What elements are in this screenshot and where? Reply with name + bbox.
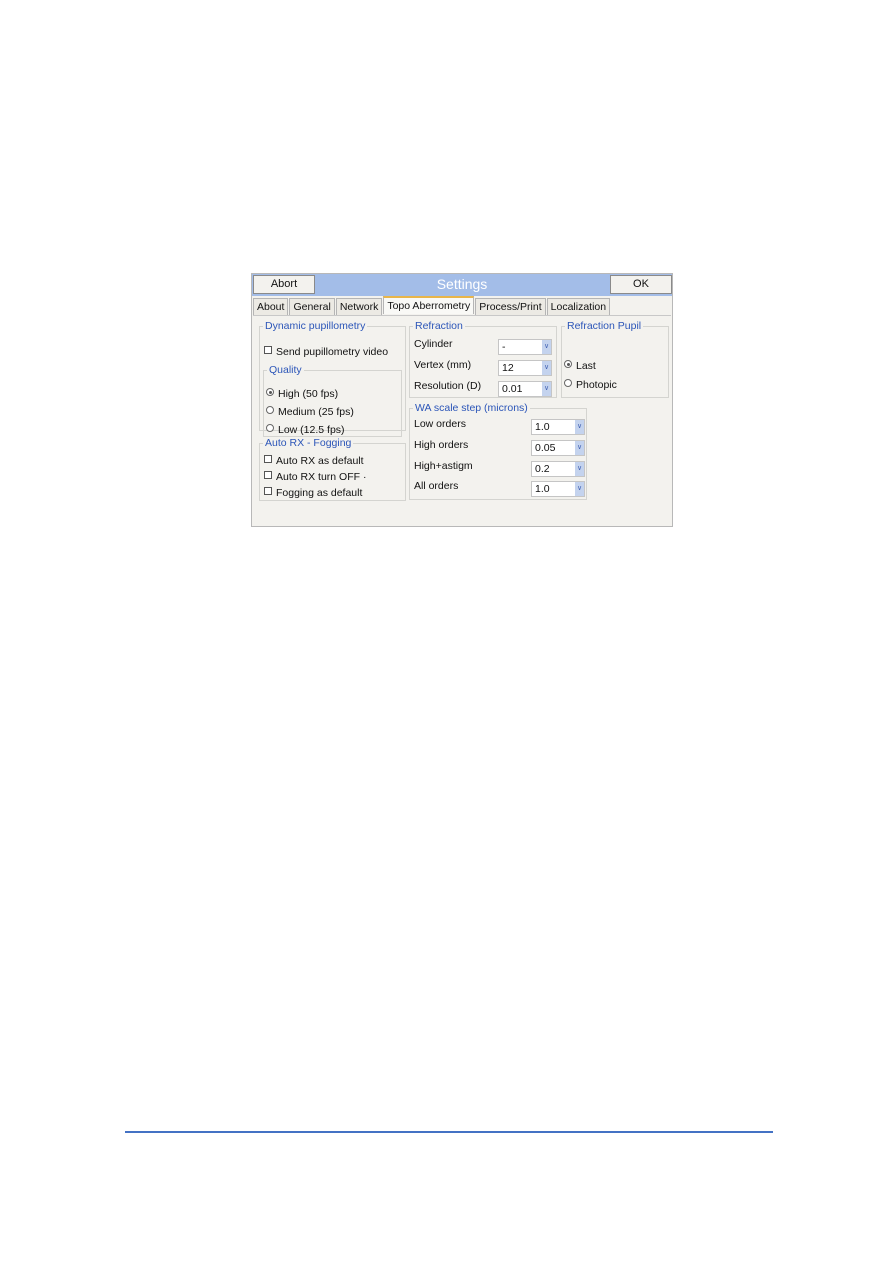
select-value: 1.0: [535, 421, 550, 433]
ok-button[interactable]: OK: [610, 275, 672, 294]
high-orders-label: High orders: [414, 439, 469, 451]
radio-selected-icon: [266, 388, 274, 396]
chevron-down-icon: ∨: [575, 462, 584, 476]
low-orders-select[interactable]: 1.0 ∨: [531, 419, 585, 435]
vertex-select[interactable]: 12 ∨: [498, 360, 552, 376]
tab-general[interactable]: General: [289, 298, 335, 315]
vertex-label: Vertex (mm): [414, 359, 472, 371]
tab-localization[interactable]: Localization: [546, 298, 611, 315]
group-refraction-pupil: Refraction Pupil Last Photopic: [561, 320, 669, 398]
checkbox-label: Fogging as default: [276, 487, 363, 499]
refraction-pupil-last-radio[interactable]: Last: [564, 360, 596, 372]
radio-icon: [564, 379, 572, 387]
tab-process-print[interactable]: Process/Print: [475, 298, 546, 315]
resolution-select[interactable]: 0.01 ∨: [498, 381, 552, 397]
quality-low-radio[interactable]: Low (12.5 fps): [266, 424, 345, 436]
quality-medium-radio[interactable]: Medium (25 fps): [266, 406, 354, 418]
high-astigm-select[interactable]: 0.2 ∨: [531, 461, 585, 477]
radio-label: Photopic: [576, 379, 617, 391]
group-title: Quality: [269, 364, 302, 376]
tab-bar: About General Network Topo Aberrometry P…: [253, 296, 611, 315]
cylinder-label: Cylinder: [414, 338, 453, 350]
select-value: 12: [502, 362, 514, 374]
fogging-default-checkbox[interactable]: Fogging as default: [264, 487, 362, 499]
chevron-down-icon: ∨: [542, 340, 551, 354]
footer-divider: [125, 1131, 773, 1133]
radio-selected-icon: [564, 360, 572, 368]
group-refraction: Refraction Cylinder - ∨ Vertex (mm) 12 ∨…: [409, 320, 557, 398]
tab-panel-topo-aberrometry: Dynamic pupillometry Send pupillometry v…: [253, 315, 671, 526]
radio-icon: [266, 406, 274, 414]
checkbox-label: Auto RX turn OFF ·: [276, 471, 367, 483]
checkbox-label: Send pupillometry video: [276, 346, 389, 358]
group-quality: Quality High (50 fps) Medium (25 fps) Lo…: [263, 364, 402, 437]
select-value: 0.01: [502, 383, 523, 395]
group-title: WA scale step (microns): [415, 402, 528, 414]
tab-topo-aberrometry[interactable]: Topo Aberrometry: [383, 296, 475, 314]
chevron-down-icon: ∨: [575, 420, 584, 434]
group-auto-rx-fogging: Auto RX - Fogging Auto RX as default Aut…: [259, 437, 406, 501]
auto-rx-turn-off-checkbox[interactable]: Auto RX turn OFF ·: [264, 471, 366, 483]
send-pupillometry-video-checkbox[interactable]: Send pupillometry video: [264, 346, 388, 358]
all-orders-label: All orders: [414, 480, 459, 492]
title-bar: Abort Settings OK: [252, 274, 672, 296]
select-value: 0.05: [535, 442, 556, 454]
cylinder-select[interactable]: - ∨: [498, 339, 552, 355]
checkbox-icon: [264, 487, 272, 495]
group-title: Auto RX - Fogging: [265, 437, 352, 449]
settings-dialog: Abort Settings OK About General Network …: [251, 273, 673, 527]
auto-rx-default-checkbox[interactable]: Auto RX as default: [264, 455, 364, 467]
resolution-label: Resolution (D): [414, 380, 482, 392]
chevron-down-icon: ∨: [542, 361, 551, 375]
chevron-down-icon: ∨: [542, 382, 551, 396]
checkbox-icon: [264, 471, 272, 479]
tab-about[interactable]: About: [253, 298, 289, 315]
select-value: 0.2: [535, 463, 550, 475]
all-orders-select[interactable]: 1.0 ∨: [531, 481, 585, 497]
group-title: Refraction: [415, 320, 463, 332]
select-value: 1.0: [535, 483, 550, 495]
radio-label: Low (12.5 fps): [278, 424, 345, 436]
group-title: Refraction Pupil: [567, 320, 642, 332]
radio-label: Last: [576, 360, 596, 372]
radio-label: Medium (25 fps): [278, 406, 354, 418]
high-orders-select[interactable]: 0.05 ∨: [531, 440, 585, 456]
quality-high-radio[interactable]: High (50 fps): [266, 388, 338, 400]
group-dynamic-pupillometry: Dynamic pupillometry Send pupillometry v…: [259, 320, 406, 437]
radio-icon: [266, 424, 274, 432]
high-astigm-label: High+astigm: [414, 460, 473, 472]
abort-button[interactable]: Abort: [253, 275, 315, 294]
group-title: Dynamic pupillometry: [265, 320, 366, 332]
checkbox-icon: [264, 346, 272, 354]
chevron-down-icon: ∨: [575, 482, 584, 496]
checkbox-icon: [264, 455, 272, 463]
chevron-down-icon: ∨: [575, 441, 584, 455]
checkbox-label: Auto RX as default: [276, 455, 364, 467]
refraction-pupil-photopic-radio[interactable]: Photopic: [564, 379, 617, 391]
tab-network[interactable]: Network: [335, 298, 383, 315]
group-wa-scale-step: WA scale step (microns) Low orders 1.0 ∨…: [409, 402, 587, 500]
radio-label: High (50 fps): [278, 388, 339, 400]
select-value: -: [502, 341, 506, 353]
low-orders-label: Low orders: [414, 418, 466, 430]
dialog-title: Settings: [436, 276, 488, 292]
